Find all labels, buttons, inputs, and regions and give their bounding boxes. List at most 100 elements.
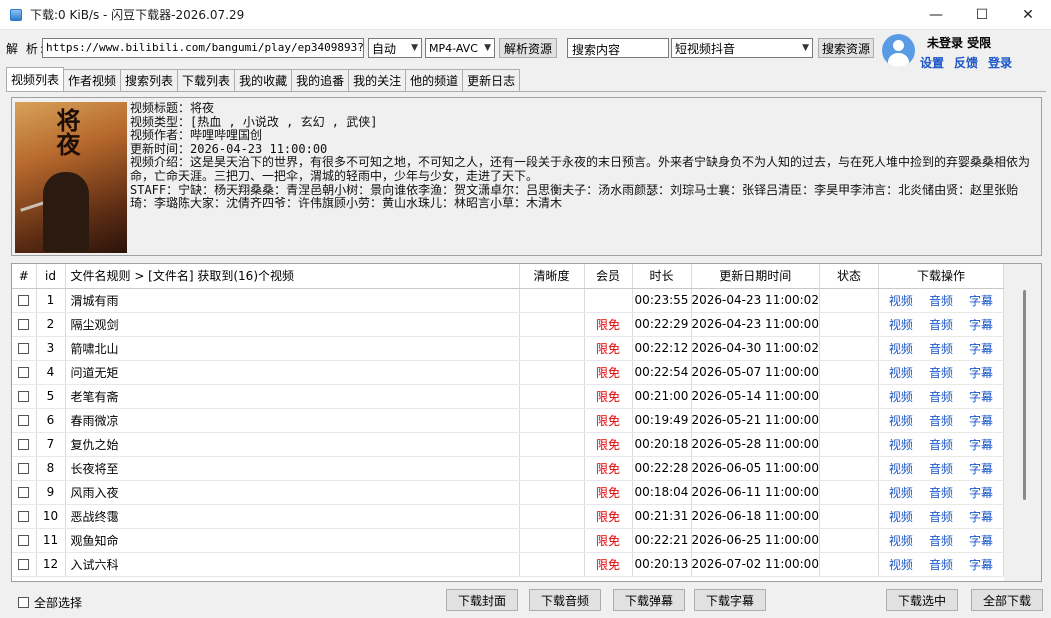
tab-my-follows[interactable]: 我的关注	[348, 69, 407, 91]
download-video-link[interactable]: 视频	[889, 558, 913, 572]
checkbox-icon[interactable]	[18, 319, 30, 330]
search-button[interactable]: 搜索资源	[818, 38, 874, 58]
quality-select[interactable]: 自动 ▼	[368, 38, 422, 58]
table-row[interactable]: 11 观鱼知命 限免 00:22:21 2026-06-25 11:00:00 视频 音频 字…	[12, 528, 1004, 553]
download-video-link[interactable]: 视频	[889, 366, 913, 380]
download-all-button[interactable]: 全部下载	[971, 589, 1043, 611]
row-checkbox[interactable]	[12, 528, 37, 553]
minimize-button[interactable]: —	[913, 0, 959, 30]
download-selected-button[interactable]: 下载选中	[886, 589, 958, 611]
header-member[interactable]: 会员	[584, 264, 633, 289]
header-duration[interactable]: 时长	[632, 264, 692, 289]
download-audio-link[interactable]: 音频	[929, 366, 953, 380]
download-audio-link[interactable]: 音频	[929, 390, 953, 404]
header-name[interactable]: 文件名规则 > [文件名] 获取到(16)个视频	[65, 264, 520, 289]
search-input[interactable]: 搜索内容	[567, 38, 669, 58]
checkbox-icon[interactable]	[18, 343, 30, 354]
row-checkbox[interactable]	[12, 360, 37, 385]
download-subtitle-link[interactable]: 字幕	[969, 534, 993, 548]
row-checkbox[interactable]	[12, 504, 37, 529]
search-source-select[interactable]: 短视频抖音 ▼	[671, 38, 813, 58]
row-checkbox[interactable]	[12, 480, 37, 505]
download-subtitle-link[interactable]: 字幕	[969, 438, 993, 452]
header-id[interactable]: id	[36, 264, 66, 289]
row-checkbox[interactable]	[12, 312, 37, 337]
select-all-checkbox[interactable]: 全部选择	[18, 594, 82, 611]
checkbox-icon[interactable]	[18, 391, 30, 402]
checkbox-icon[interactable]	[18, 559, 30, 570]
table-row[interactable]: 3 箭啸北山 限免 00:22:12 2026-04-30 11:00:02 视频 音频 字幕	[12, 336, 1004, 361]
table-row[interactable]: 9 风雨入夜 限免 00:18:04 2026-06-11 11:00:00 视频 音频 字幕	[12, 480, 1004, 505]
table-row[interactable]: 10 恶战终霭 限免 00:21:31 2026-06-18 11:00:00 视频 音频 字…	[12, 504, 1004, 529]
row-checkbox[interactable]	[12, 456, 37, 481]
download-audio-link[interactable]: 音频	[929, 510, 953, 524]
download-subtitle-link[interactable]: 字幕	[969, 558, 993, 572]
tab-my-favorites[interactable]: 我的收藏	[234, 69, 293, 91]
table-row[interactable]: 1 渭城有雨 00:23:55 2026-04-23 11:00:02 视频 音频 字幕	[12, 288, 1004, 313]
checkbox-icon[interactable]	[18, 415, 30, 426]
header-clarity[interactable]: 清晰度	[519, 264, 585, 289]
download-subtitle-link[interactable]: 字幕	[969, 366, 993, 380]
download-subtitle-link[interactable]: 字幕	[969, 294, 993, 308]
checkbox-icon[interactable]	[18, 439, 30, 450]
download-video-link[interactable]: 视频	[889, 438, 913, 452]
checkbox-icon[interactable]	[18, 511, 30, 522]
close-button[interactable]: ✕	[1005, 0, 1051, 30]
tab-video-list[interactable]: 视频列表	[6, 67, 65, 91]
download-subtitle-link[interactable]: 字幕	[969, 414, 993, 428]
row-checkbox[interactable]	[12, 552, 37, 577]
table-row[interactable]: 7 复仇之始 限免 00:20:18 2026-05-28 11:00:00 视频 音频 字幕	[12, 432, 1004, 457]
checkbox-icon[interactable]	[18, 597, 29, 608]
download-audio-link[interactable]: 音频	[929, 294, 953, 308]
table-row[interactable]: 4 问道无矩 限免 00:22:54 2026-05-07 11:00:00 视频 音频 字幕	[12, 360, 1004, 385]
download-video-link[interactable]: 视频	[889, 414, 913, 428]
url-input[interactable]: https://www.bilibili.com/bangumi/play/ep…	[42, 38, 364, 58]
download-subtitle-link[interactable]: 字幕	[969, 486, 993, 500]
download-cover-button[interactable]: 下载封面	[446, 589, 518, 611]
download-danmaku-button[interactable]: 下载弹幕	[613, 589, 685, 611]
table-row[interactable]: 2 隔尘观剑 限免 00:22:29 2026-04-23 11:00:00 视频 音频 字幕	[12, 312, 1004, 337]
row-checkbox[interactable]	[12, 432, 37, 457]
header-status[interactable]: 状态	[819, 264, 879, 289]
tab-his-channel[interactable]: 他的频道	[405, 69, 464, 91]
maximize-button[interactable]: ☐	[959, 0, 1005, 30]
checkbox-icon[interactable]	[18, 463, 30, 474]
checkbox-icon[interactable]	[18, 295, 30, 306]
download-video-link[interactable]: 视频	[889, 510, 913, 524]
table-row[interactable]: 8 长夜将至 限免 00:22:28 2026-06-05 11:00:00 视频 音频 字幕	[12, 456, 1004, 481]
download-audio-button[interactable]: 下载音频	[529, 589, 601, 611]
download-audio-link[interactable]: 音频	[929, 486, 953, 500]
table-row[interactable]: 5 老笔有斋 限免 00:21:00 2026-05-14 11:00:00 视频 音频 字幕	[12, 384, 1004, 409]
tab-my-bangumi[interactable]: 我的追番	[291, 69, 350, 91]
download-audio-link[interactable]: 音频	[929, 342, 953, 356]
table-row[interactable]: 12 入试六科 限免 00:20:13 2026-07-02 11:00:00 视频 音频 字…	[12, 552, 1004, 577]
row-checkbox[interactable]	[12, 384, 37, 409]
download-video-link[interactable]: 视频	[889, 294, 913, 308]
settings-link[interactable]: 设置	[920, 54, 944, 71]
tab-download-list[interactable]: 下载列表	[177, 69, 236, 91]
download-audio-link[interactable]: 音频	[929, 558, 953, 572]
download-audio-link[interactable]: 音频	[929, 438, 953, 452]
checkbox-icon[interactable]	[18, 487, 30, 498]
download-subtitle-button[interactable]: 下载字幕	[694, 589, 766, 611]
checkbox-icon[interactable]	[18, 367, 30, 378]
tab-changelog[interactable]: 更新日志	[462, 69, 521, 91]
download-audio-link[interactable]: 音频	[929, 414, 953, 428]
checkbox-icon[interactable]	[18, 535, 30, 546]
download-video-link[interactable]: 视频	[889, 462, 913, 476]
parse-button[interactable]: 解析资源	[499, 38, 557, 58]
download-audio-link[interactable]: 音频	[929, 462, 953, 476]
vertical-scrollbar[interactable]	[1004, 264, 1041, 581]
download-subtitle-link[interactable]: 字幕	[969, 342, 993, 356]
download-audio-link[interactable]: 音频	[929, 534, 953, 548]
download-video-link[interactable]: 视频	[889, 486, 913, 500]
download-subtitle-link[interactable]: 字幕	[969, 390, 993, 404]
login-link[interactable]: 登录	[988, 54, 1012, 71]
download-subtitle-link[interactable]: 字幕	[969, 462, 993, 476]
download-video-link[interactable]: 视频	[889, 318, 913, 332]
download-subtitle-link[interactable]: 字幕	[969, 510, 993, 524]
tab-search-list[interactable]: 搜索列表	[120, 69, 179, 91]
header-index[interactable]: #	[12, 264, 37, 289]
header-ops[interactable]: 下载操作	[878, 264, 1004, 289]
row-checkbox[interactable]	[12, 408, 37, 433]
